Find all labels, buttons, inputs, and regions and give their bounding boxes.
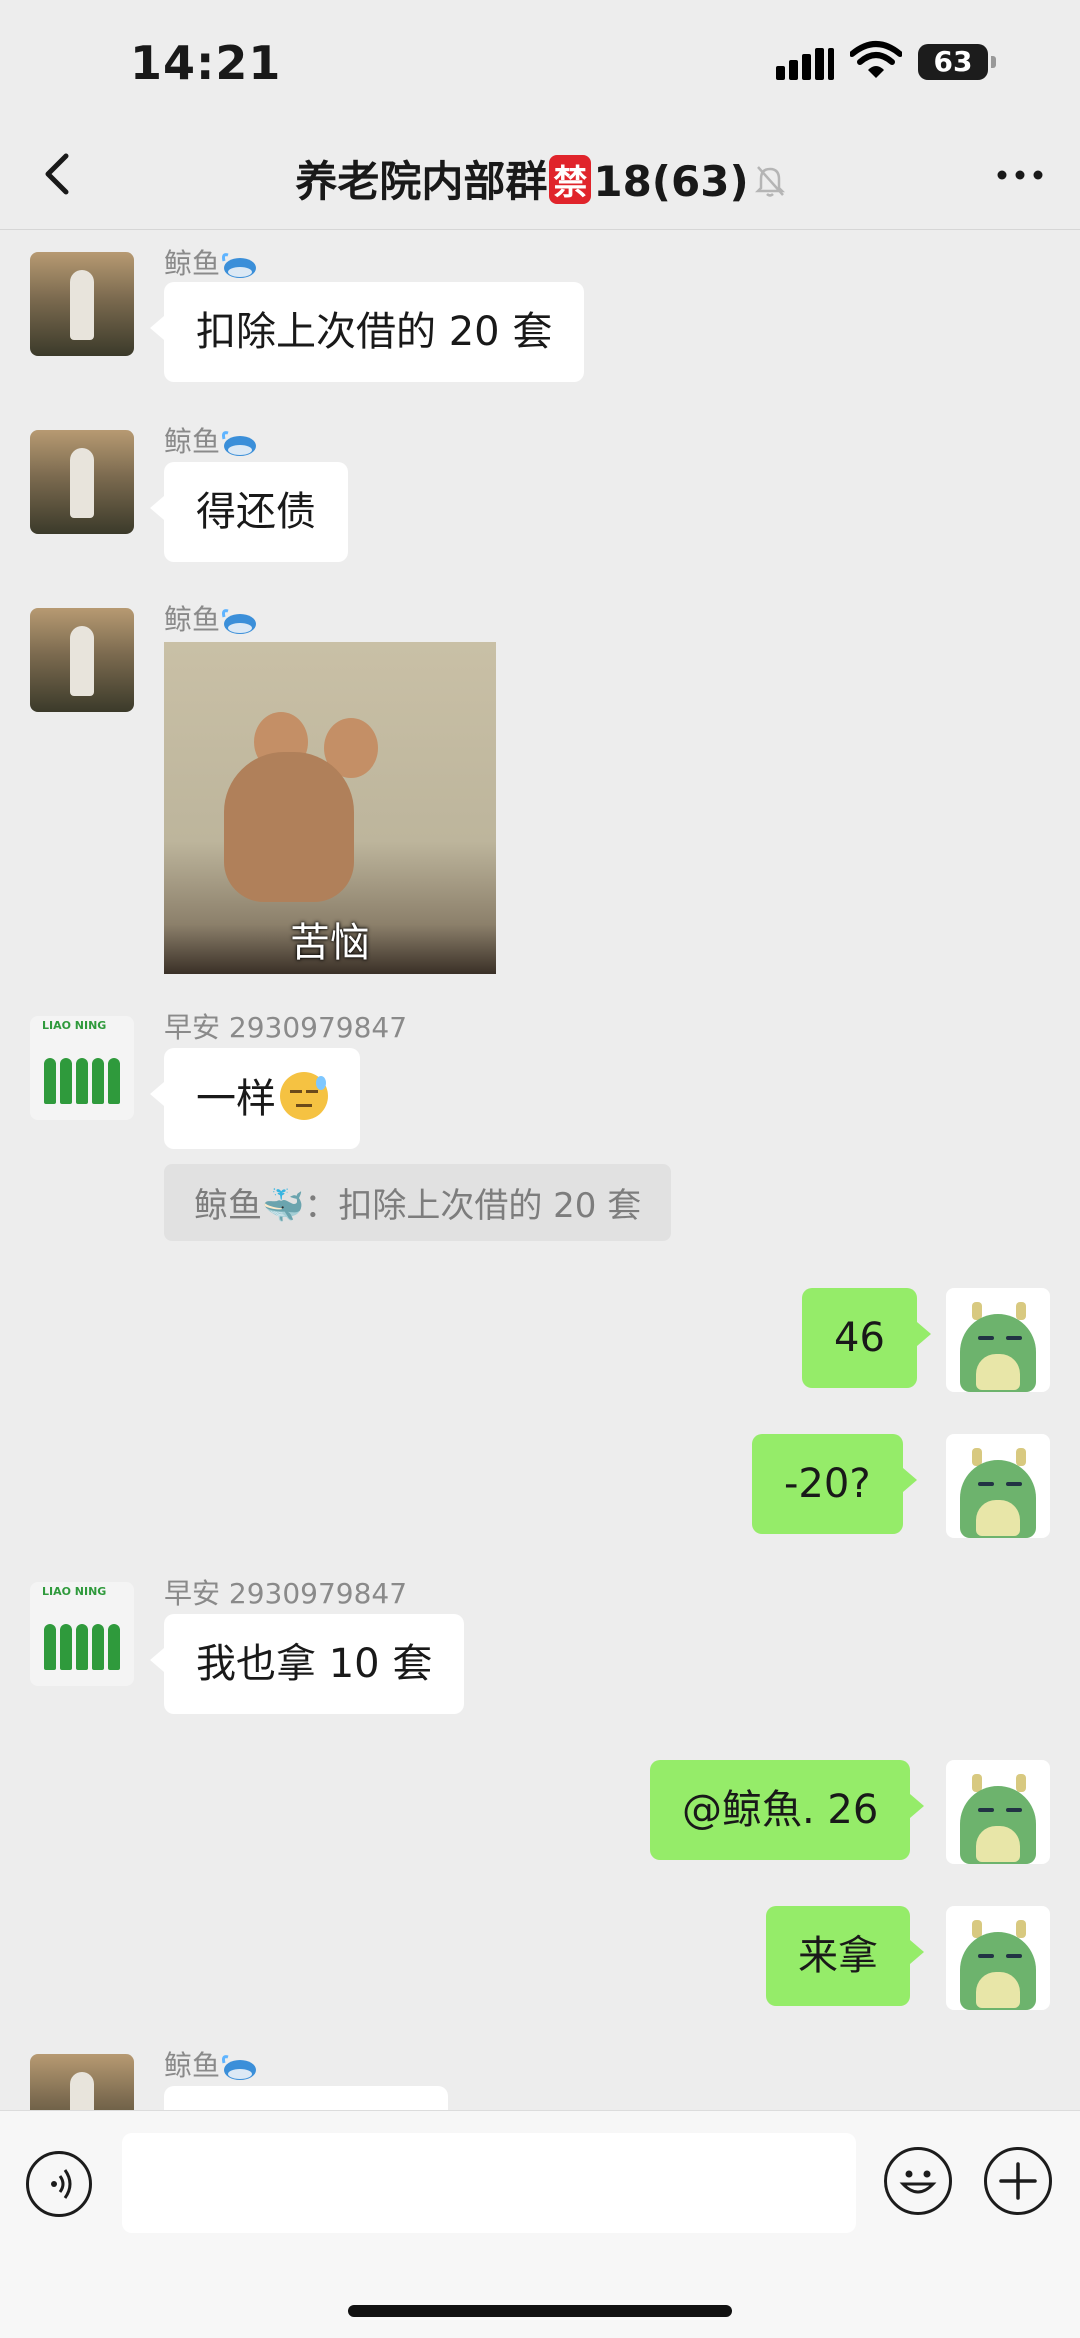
mute-bell-icon bbox=[754, 166, 785, 197]
avatar-self[interactable] bbox=[946, 1760, 1050, 1864]
status-time: 14:21 bbox=[130, 36, 282, 90]
message-bubble-out[interactable]: 46 bbox=[802, 1288, 931, 1388]
whale-emoji-icon bbox=[222, 253, 257, 278]
message-bubble-out[interactable]: -20? bbox=[752, 1434, 917, 1534]
whale-emoji-icon bbox=[222, 2055, 257, 2080]
battery-indicator: 63 bbox=[918, 44, 996, 80]
quoted-message[interactable]: 鲸鱼🐳：扣除上次借的 20 套 bbox=[164, 1164, 672, 1241]
message-input[interactable] bbox=[122, 2133, 856, 2233]
home-indicator bbox=[348, 2305, 732, 2317]
chat-title-text: 养老院内部群 bbox=[295, 157, 548, 206]
sticker-caption: 苦恼 bbox=[290, 920, 370, 966]
avatar-whale[interactable] bbox=[30, 252, 134, 356]
whale-emoji-icon bbox=[222, 431, 257, 456]
sender-name: 鲸鱼 bbox=[164, 242, 258, 282]
avatar-self[interactable] bbox=[946, 1288, 1050, 1392]
battery-cap bbox=[991, 56, 996, 68]
emoji-icon[interactable] bbox=[884, 2147, 952, 2215]
avatar-whale[interactable] bbox=[30, 608, 134, 712]
avatar-team-label: LIAO NING bbox=[42, 1585, 107, 1598]
battery-level: 63 bbox=[933, 45, 973, 78]
cellular-signal-icon bbox=[776, 46, 836, 80]
plus-icon[interactable] bbox=[984, 2147, 1052, 2215]
chat-header: 养老院内部群禁 18(63) bbox=[0, 120, 1080, 230]
avatar-zaoan[interactable]: LIAO NING bbox=[30, 1582, 134, 1686]
message-bubble[interactable]: 一样 bbox=[150, 1048, 360, 1149]
input-bar bbox=[0, 2110, 1080, 2338]
message-bubble-out[interactable]: 来拿 bbox=[766, 1906, 924, 2006]
wifi-icon bbox=[850, 41, 902, 78]
chat-title[interactable]: 养老院内部群禁 18(63) bbox=[0, 148, 1080, 209]
message-bubble[interactable]: 得还债 bbox=[150, 462, 348, 562]
avatar-self[interactable] bbox=[946, 1434, 1050, 1538]
avatar-team-label: LIAO NING bbox=[42, 1019, 107, 1032]
status-bar: 14:21 63 bbox=[0, 0, 1080, 120]
sender-name: 鲸鱼 bbox=[164, 420, 258, 460]
avatar-whale[interactable] bbox=[30, 430, 134, 534]
message-list[interactable]: 鲸鱼 扣除上次借的 20 套 鲸鱼 得还债 鲸鱼 苦恼 LIAO NING 早安… bbox=[0, 230, 1080, 2110]
whale-emoji-icon bbox=[222, 609, 257, 634]
sweat-face-emoji-icon bbox=[280, 1072, 328, 1120]
message-bubble[interactable] bbox=[164, 2086, 448, 2110]
sender-name: 早安 2930979847 bbox=[164, 1011, 408, 1044]
ban-badge: 禁 bbox=[549, 155, 592, 204]
sender-name: 鲸鱼 bbox=[164, 2044, 258, 2084]
message-bubble[interactable]: 扣除上次借的 20 套 bbox=[149, 282, 585, 382]
sticker-image[interactable]: 苦恼 bbox=[164, 642, 496, 974]
message-bubble-out[interactable]: @鲸魚. 26 bbox=[650, 1760, 925, 1860]
avatar-zaoan[interactable]: LIAO NING bbox=[30, 1016, 134, 1120]
message-bubble[interactable]: 我也拿 10 套 bbox=[149, 1614, 465, 1714]
sender-name: 早安 2930979847 bbox=[164, 1577, 408, 1610]
more-icon[interactable] bbox=[990, 150, 1050, 200]
voice-icon[interactable] bbox=[26, 2151, 92, 2217]
avatar-self[interactable] bbox=[946, 1906, 1050, 2010]
avatar-whale[interactable] bbox=[30, 2054, 134, 2110]
member-count: 18(63) bbox=[593, 157, 749, 206]
sender-name: 鲸鱼 bbox=[164, 598, 258, 638]
